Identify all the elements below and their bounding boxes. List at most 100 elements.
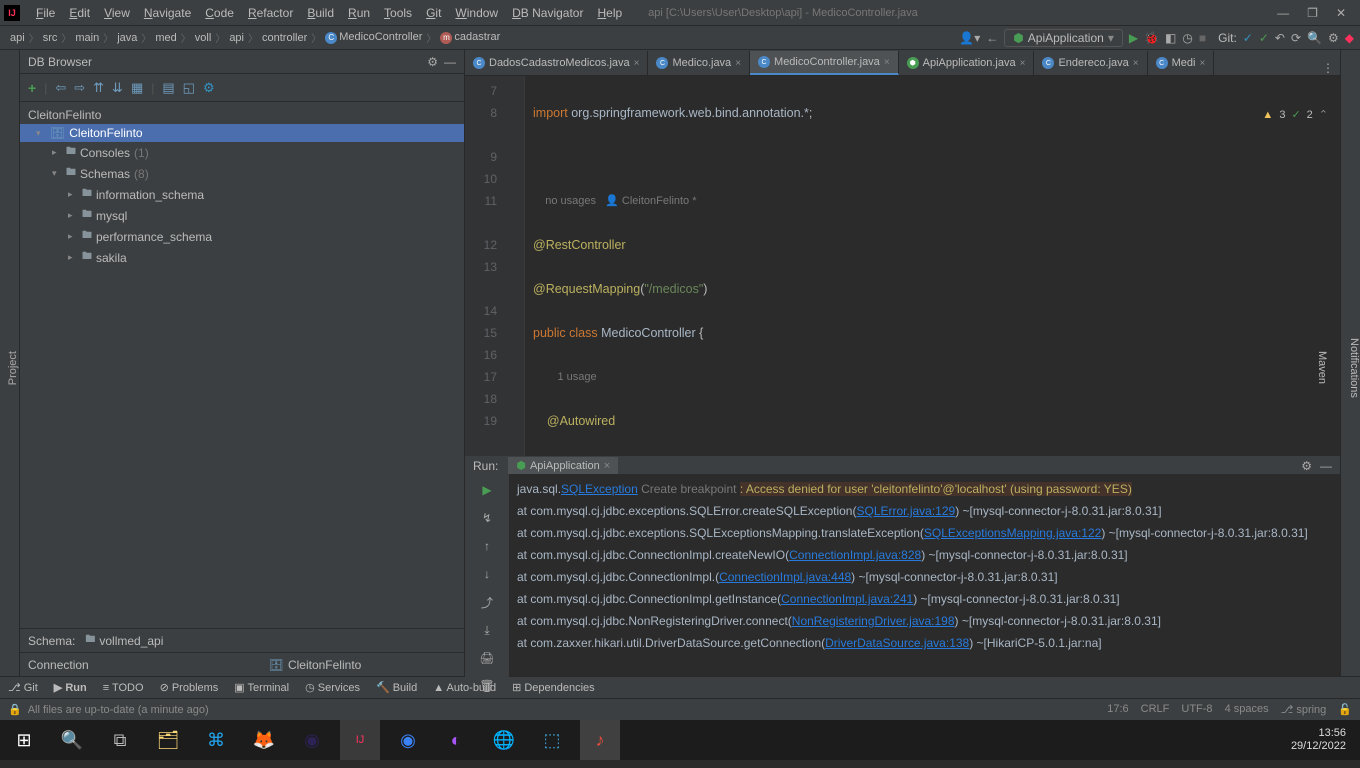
tab-medico[interactable]: CMedico.java× [648,51,750,75]
crumb-main[interactable]: main [71,32,103,44]
db-nav-back-icon[interactable]: ⇦ [55,80,66,96]
db-settings-icon[interactable]: ⚙ [427,55,438,69]
db-refresh-icon[interactable]: ◱ [183,80,195,96]
indent-info[interactable]: 4 spaces [1225,703,1269,716]
run-config-select[interactable]: ⬢ ApiApplication ▾ [1004,29,1123,47]
crumb-src[interactable]: src [39,32,62,44]
schema-mysql[interactable]: ▸🖿mysql [20,205,464,226]
app4-icon[interactable]: ♪ [580,720,620,760]
line-separator[interactable]: CRLF [1141,703,1170,716]
git-history-icon[interactable]: ↶ [1275,31,1285,45]
tab-dropdown-icon[interactable]: ⋮ [1316,61,1340,75]
vscode-icon[interactable]: ⌘ [196,720,236,760]
task-view-icon[interactable]: ⧉ [100,720,140,760]
taskbar-date[interactable]: 29/12/2022 [1291,740,1346,753]
db-sql-icon[interactable]: ▤ [162,80,174,96]
rerun-button[interactable]: ▶ [477,480,497,500]
warning-count[interactable]: 3 [1279,104,1285,126]
stop-button[interactable]: ■ [1199,31,1206,45]
back-arrow-icon[interactable]: ← [986,31,998,45]
menu-file[interactable]: File [30,4,61,22]
toolwin-dependencies[interactable]: ⊞ Dependencies [512,681,595,694]
schema-performance_schema[interactable]: ▸🖿performance_schema [20,226,464,247]
coverage-button[interactable]: ◧ [1165,31,1176,45]
tool-project[interactable]: Project [7,351,19,385]
schema-value[interactable]: vollmed_api [99,634,163,648]
scroll-end-icon[interactable]: ⤓ [477,620,497,640]
toolwin-terminal[interactable]: ▣ Terminal [234,681,289,694]
db-collapse-icon[interactable]: ⇈ [93,80,104,96]
code-editor[interactable]: import org.springframework.web.bind.anno… [525,76,1340,456]
tree-connection-root[interactable]: CleitonFelinto [20,106,464,124]
search-task-icon[interactable]: 🔍 [52,720,92,760]
crumb-api[interactable]: api [6,32,29,44]
run-settings-icon[interactable]: ⚙ [1301,459,1312,473]
caret-position[interactable]: 17:6 [1107,703,1128,716]
eclipse-icon[interactable]: ◉ [292,720,332,760]
run-tab[interactable]: ⬢ ApiApplication × [508,457,618,474]
down-stack-icon[interactable]: ↓ [477,564,497,584]
schema-information_schema[interactable]: ▸🖿information_schema [20,184,464,205]
close-button[interactable]: ✕ [1336,6,1346,20]
jetbrains-icon[interactable]: ◆ [1345,31,1354,45]
db-hide-icon[interactable]: — [444,55,456,69]
db-expand-icon[interactable]: ⇊ [112,80,123,96]
tab-endereco[interactable]: CEndereco.java× [1034,51,1147,75]
connection-value[interactable]: CleitonFelinto [288,658,361,672]
tab-medicocontroller[interactable]: CMedicoController.java× [750,51,899,75]
tree-connection-item[interactable]: ▾🗄 CleitonFelinto [20,124,464,142]
crumb-med[interactable]: med [151,32,180,44]
tab-medi[interactable]: CMedi× [1148,51,1215,75]
toolwin-auto-build[interactable]: ▲ Auto-build [433,682,496,694]
taskbar-clock[interactable]: 13:56 [1291,727,1346,740]
chrome-icon[interactable]: 🌐 [484,720,524,760]
menu-view[interactable]: View [98,4,136,22]
wrap-icon[interactable]: ⤴ [477,592,497,612]
menu-db-navigator[interactable]: DB Navigator [506,4,589,22]
menu-tools[interactable]: Tools [378,4,418,22]
menu-window[interactable]: Window [449,4,504,22]
schema-sakila[interactable]: ▸🖿sakila [20,247,464,268]
lock-icon[interactable]: 🔓 [1338,703,1352,716]
crumb-api[interactable]: api [225,32,248,44]
git-update-icon[interactable]: ✓ [1243,31,1253,45]
minimize-button[interactable]: — [1277,6,1289,20]
menu-edit[interactable]: Edit [63,4,96,22]
git-rollback-icon[interactable]: ⟳ [1291,31,1301,45]
tree-schemas[interactable]: ▾🖿 Schemas (8) [20,163,464,184]
search-icon[interactable]: 🔍 [1307,31,1322,45]
tool-notifications[interactable]: Notifications [1348,338,1360,398]
crumb-controller[interactable]: controller [258,32,311,44]
file-encoding[interactable]: UTF-8 [1181,703,1212,716]
console-output[interactable]: java.sql.SQLException Create breakpoint … [509,474,1340,696]
tree-consoles[interactable]: ▸🖿 Consoles (1) [20,142,464,163]
breadcrumb[interactable]: api〉src〉main〉java〉med〉voll〉api〉controlle… [6,30,504,45]
app3-icon[interactable]: ⬚ [532,720,572,760]
git-branch[interactable]: ⎇ spring [1281,703,1327,716]
tab-dadoscadastromedicos[interactable]: CDadosCadastroMedicos.java× [465,51,648,75]
menu-refactor[interactable]: Refactor [242,4,299,22]
app1-icon[interactable]: ◉ [388,720,428,760]
toolwin-build[interactable]: 🔨 Build [376,681,417,694]
crumb-java[interactable]: java [113,32,141,44]
menu-git[interactable]: Git [420,4,447,22]
toolwin-todo[interactable]: ≡ TODO [103,682,144,694]
menu-navigate[interactable]: Navigate [138,4,197,22]
db-object-icon[interactable]: ▦ [131,80,143,96]
menu-build[interactable]: Build [301,4,340,22]
stop-run-button[interactable]: ↯ [477,508,497,528]
profile-button[interactable]: ◷ [1182,31,1192,45]
tab-apiapplication[interactable]: ⬢ApiApplication.java× [899,51,1035,75]
menu-help[interactable]: Help [591,4,628,22]
run-button[interactable]: ▶ [1129,31,1138,45]
debug-button[interactable]: 🐞 [1144,31,1159,45]
ok-count[interactable]: 2 [1307,104,1313,126]
toolwin-services[interactable]: ◷ Services [305,681,360,694]
db-nav-fwd-icon[interactable]: ⇨ [74,80,85,96]
crumb-medicocontroller[interactable]: CMedicoController [321,31,426,43]
db-options-icon[interactable]: ⚙ [203,80,215,96]
toolwin-run[interactable]: ▶ Run [54,681,87,694]
user-icon[interactable]: 👤▾ [959,31,980,45]
crumb-cadastrar[interactable]: mcadastrar [436,31,504,43]
app2-icon[interactable]: ◐ [436,720,476,760]
